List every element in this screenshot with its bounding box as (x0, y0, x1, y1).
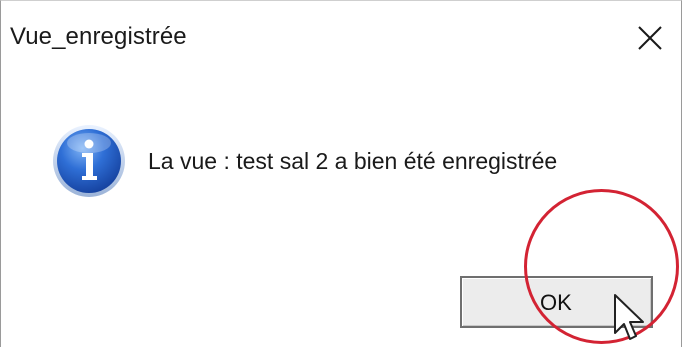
close-button[interactable] (619, 9, 681, 67)
close-icon (638, 26, 662, 50)
dialog-message: La vue : test sal 2 a bien été enregistr… (148, 148, 558, 174)
ok-button-label: OK (540, 290, 572, 315)
message-dialog: Vue_enregistrée La vue: test sal 2 a bi… (0, 0, 682, 347)
information-icon (53, 125, 125, 197)
dialog-footer: OK (1, 249, 681, 347)
title-bar[interactable]: Vue_enregistrée (1, 1, 681, 75)
dialog-content: La vue : test sal 2 a bien été enregistr… (1, 75, 681, 271)
dialog-title: Vue_enregistrée (10, 23, 187, 50)
ok-button[interactable]: OK (460, 276, 653, 328)
